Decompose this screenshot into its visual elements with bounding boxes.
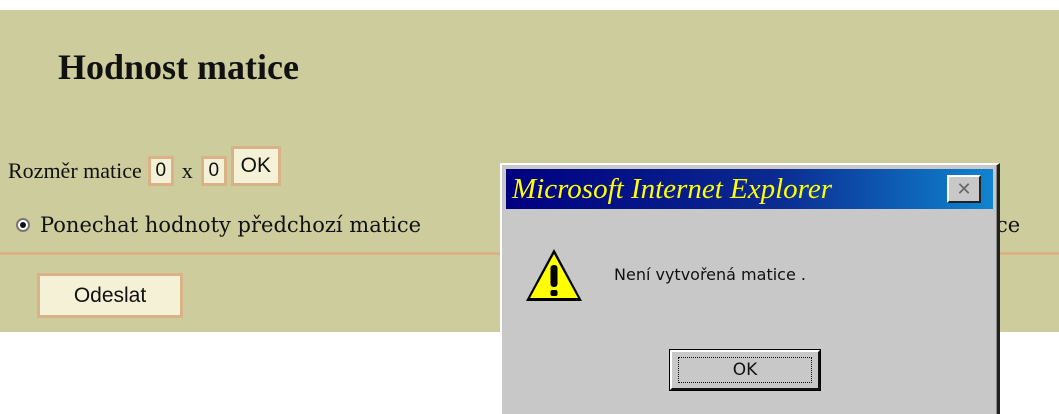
dialog-title: Microsoft Internet Explorer — [512, 172, 833, 205]
page-title: Hodnost matice — [58, 47, 299, 87]
radio-selected-dot — [20, 222, 26, 228]
matrix-size-label: Rozměr matice — [8, 158, 142, 183]
dialog-message: Není vytvořená matice . — [614, 265, 806, 284]
size-ok-button[interactable]: OK — [230, 146, 281, 186]
keep-values-label: Ponechat hodnoty předchozí matice — [40, 213, 422, 237]
send-button[interactable]: Odeslat — [37, 273, 183, 318]
dialog-close-button[interactable]: ✕ — [947, 175, 981, 203]
close-icon: ✕ — [956, 178, 972, 200]
times-symbol: x — [181, 158, 193, 183]
dialog-ok-button[interactable]: OK — [669, 349, 821, 391]
keep-values-option[interactable]: Ponechat hodnoty předchozí matice — [16, 213, 421, 237]
keep-values-radio[interactable] — [16, 218, 30, 232]
matrix-size-row: Rozměr matice x OK — [8, 146, 281, 194]
dialog-ok-label: OK — [678, 357, 812, 383]
alert-dialog: Microsoft Internet Explorer ✕ Není vytvo… — [500, 163, 1000, 414]
warning-icon — [522, 245, 586, 312]
rows-input[interactable] — [147, 156, 174, 186]
cols-input[interactable] — [200, 156, 227, 186]
dialog-title-bar[interactable]: Microsoft Internet Explorer ✕ — [506, 169, 993, 209]
